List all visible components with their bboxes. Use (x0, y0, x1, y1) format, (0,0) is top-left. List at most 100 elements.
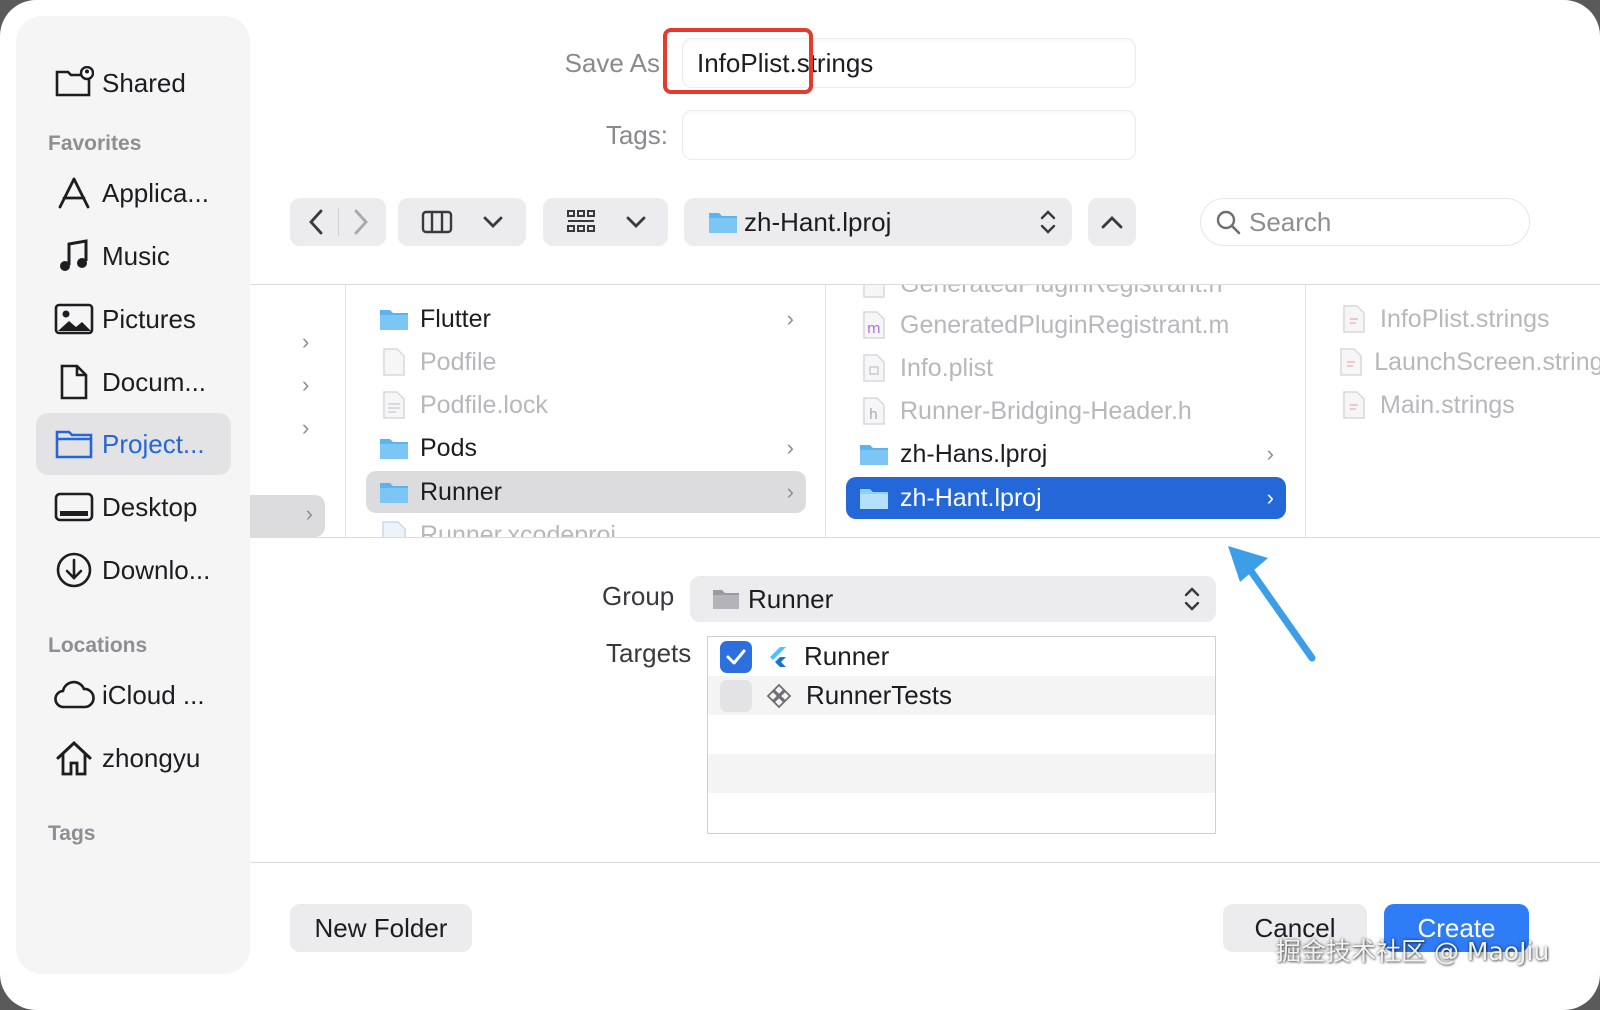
annotation-arrow-icon (1228, 546, 1316, 662)
list-item-label: Podfile.lock (420, 390, 548, 419)
target-label: RunnerTests (806, 680, 952, 710)
browser-column-3: GeneratedPluginRegistrant.h m GeneratedP… (826, 285, 1306, 537)
new-folder-button[interactable]: New Folder (290, 904, 472, 952)
sidebar-item-music[interactable]: Music (36, 225, 231, 287)
music-icon (50, 232, 98, 280)
path-popup-value: zh-Hant.lproj (744, 206, 892, 237)
chevron-right-icon: › (302, 372, 310, 397)
list-item-label: zh-Hant.lproj (900, 483, 1042, 512)
tags-input[interactable] (682, 110, 1136, 160)
annotation-highlight-box (663, 28, 813, 94)
sidebar-item-documents[interactable]: Docum... (36, 351, 231, 413)
sidebar-item-label: Desktop (102, 491, 198, 522)
strings-file-icon (1338, 389, 1370, 421)
group-popup[interactable]: Runner (690, 576, 1216, 622)
targets-list: Runner RunnerTests (707, 636, 1216, 834)
list-item[interactable]: m GeneratedPluginRegistrant.m (846, 304, 1286, 346)
chevron-right-icon: › (786, 479, 794, 504)
group-popup-value: Runner (748, 583, 834, 614)
pictures-icon (50, 295, 98, 343)
target-checkbox-runner[interactable] (720, 640, 752, 673)
objc-file-icon: m (858, 309, 890, 341)
sidebar-item-icloud[interactable]: iCloud ... (36, 664, 231, 726)
search-input[interactable]: Search (1200, 198, 1530, 246)
list-item[interactable]: Pods › (366, 427, 806, 469)
list-item-label: Main.strings (1380, 390, 1515, 419)
chevron-down-icon (626, 216, 645, 228)
locations-section-title: Locations (48, 634, 148, 657)
list-item-label: Flutter (420, 304, 491, 333)
sidebar-item-shared[interactable]: Shared (36, 52, 231, 114)
columns-view-icon (421, 210, 453, 234)
list-item[interactable]: Runner.xcodeproj (366, 514, 806, 537)
sidebar-item-label: Downlo... (102, 554, 211, 585)
up-down-chevrons-icon (1040, 210, 1056, 234)
browser-column-2: Flutter › Podfile Podfile.lock Pods › Ru… (346, 285, 826, 537)
list-item[interactable]: Flutter › (366, 298, 806, 340)
folder-icon (713, 590, 739, 609)
plist-file-icon (858, 352, 890, 384)
sidebar: Shared Favorites Applica... Music Pictur… (16, 16, 250, 974)
folder-icon (378, 303, 410, 335)
flutter-icon (770, 646, 786, 667)
list-item[interactable]: Podfile (366, 341, 806, 383)
home-icon (50, 734, 98, 782)
list-item-selected[interactable]: Runner › (366, 471, 806, 513)
path-popup[interactable]: zh-Hant.lproj (684, 198, 1072, 246)
sidebar-item-applications[interactable]: Applica... (36, 162, 231, 224)
desktop-icon (50, 483, 98, 531)
cloud-icon (50, 671, 98, 719)
list-item-label: GeneratedPluginRegistrant.h (900, 285, 1222, 299)
svg-text:m: m (867, 321, 881, 337)
sidebar-item-desktop[interactable]: Desktop (36, 476, 231, 538)
collapse-button[interactable] (1088, 198, 1136, 246)
sidebar-item-projects[interactable]: Project... (36, 413, 231, 475)
target-label: Runner (804, 641, 890, 671)
favorites-section-title: Favorites (48, 132, 142, 155)
list-item[interactable]: InfoPlist.strings (1326, 298, 1600, 340)
chevron-right-icon: › (786, 435, 794, 460)
search-icon (1216, 210, 1241, 235)
sidebar-item-label: Project... (102, 428, 205, 459)
document-icon (50, 358, 98, 406)
header-file-icon (858, 285, 890, 300)
table-row: Runner (708, 637, 1215, 676)
sidebar-item-label: Shared (102, 67, 186, 98)
sidebar-item-pictures[interactable]: Pictures (36, 288, 231, 350)
sidebar-item-home[interactable]: zhongyu (36, 727, 231, 789)
save-as-label: Save As (564, 48, 660, 78)
list-item-label: Info.plist (900, 353, 994, 382)
forward-button[interactable] (339, 209, 383, 235)
file-icon (378, 389, 410, 421)
list-item[interactable]: zh-Hans.lproj › (846, 433, 1286, 475)
folder-icon (709, 213, 737, 233)
strings-file-icon (1338, 303, 1370, 335)
test-target-icon (766, 683, 792, 708)
list-item[interactable]: h Runner-Bridging-Header.h (846, 390, 1286, 432)
sidebar-item-label: Docum... (102, 366, 207, 397)
group-by-button[interactable] (543, 198, 668, 246)
list-item[interactable]: LaunchScreen.strings (1326, 341, 1600, 383)
list-item[interactable]: GeneratedPluginRegistrant.h (846, 285, 1286, 305)
svg-text:h: h (869, 407, 878, 423)
chevron-right-icon: › (786, 306, 794, 331)
back-button[interactable] (294, 209, 338, 235)
list-item-label: InfoPlist.strings (1380, 304, 1550, 333)
applications-icon (50, 169, 98, 217)
list-item-label: GeneratedPluginRegistrant.m (900, 310, 1230, 339)
list-item[interactable]: Info.plist (846, 347, 1286, 389)
chevron-right-icon: › (305, 501, 313, 526)
view-mode-button[interactable] (398, 198, 526, 246)
list-item[interactable]: › (250, 495, 325, 537)
list-item-label: Runner-Bridging-Header.h (900, 396, 1192, 425)
sidebar-item-downloads[interactable]: Downlo... (36, 539, 231, 601)
list-item-selected[interactable]: zh-Hant.lproj › (846, 477, 1286, 519)
target-checkbox-runnertests[interactable] (720, 679, 752, 712)
list-item[interactable]: Podfile.lock (366, 384, 806, 426)
grid-view-icon (566, 210, 595, 232)
xcodeproj-icon (378, 519, 410, 537)
list-item[interactable]: Main.strings (1326, 384, 1600, 426)
list-item-label: Runner (420, 477, 502, 506)
folder-icon (378, 432, 410, 464)
shared-folder-icon (50, 59, 98, 107)
